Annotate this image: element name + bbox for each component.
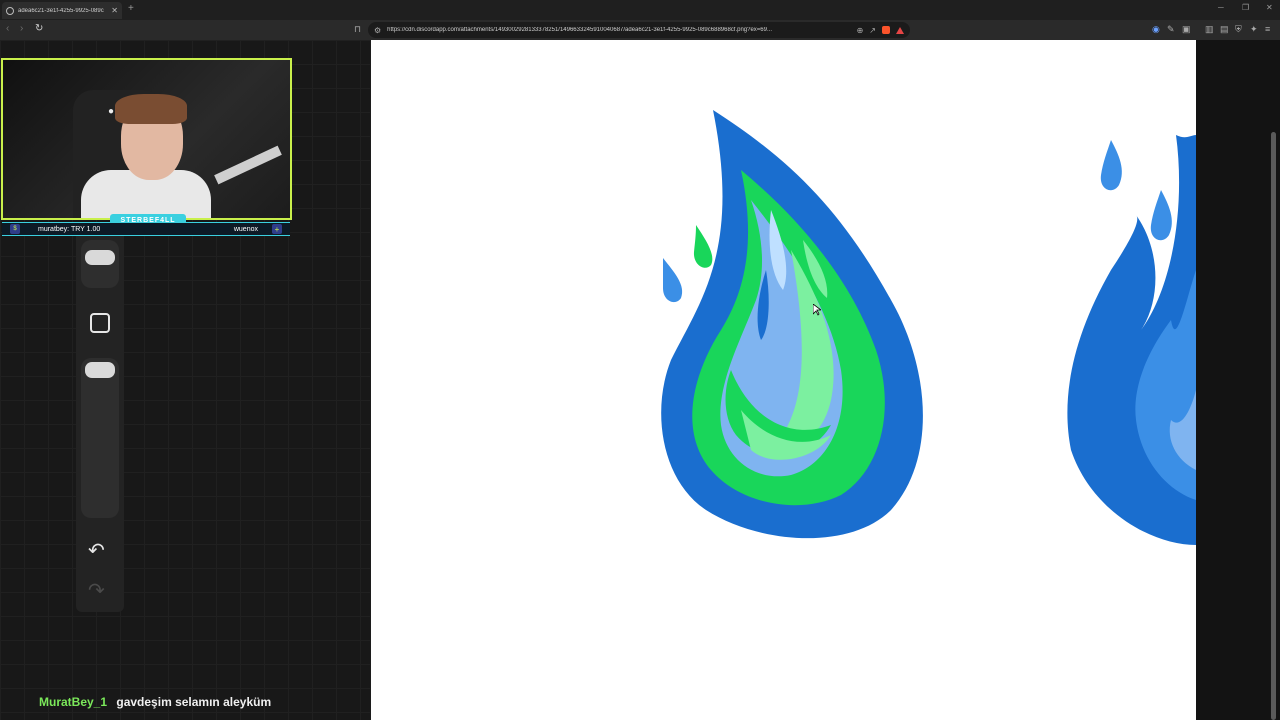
menu-icon[interactable]: ≡	[1265, 24, 1270, 34]
vpn-icon[interactable]: ⛨	[1235, 24, 1242, 35]
tab-title: adea6c21-3e1f-4255-9925-089c	[18, 7, 104, 14]
browser-tab[interactable]: adea6c21-3e1f-4255-9925-089c ✕	[2, 2, 122, 19]
zoom-icon[interactable]: ⊕	[857, 26, 864, 35]
chat-text: gavdeşim selamın aleyküm	[116, 695, 272, 709]
brave-shields-icon[interactable]	[882, 26, 890, 34]
back-button[interactable]: ‹	[6, 23, 9, 34]
leo-icon[interactable]: ✦	[1250, 24, 1258, 35]
rewards-icon[interactable]	[896, 26, 904, 34]
sidebar-icon[interactable]: ▥	[1205, 24, 1214, 35]
bookmark-icon[interactable]: ⊓	[354, 24, 361, 35]
tab-manager-icon[interactable]: ▤	[1220, 24, 1229, 35]
opacity-handle[interactable]	[85, 362, 115, 378]
brush-size-handle[interactable]	[85, 250, 115, 265]
chat-message: MuratBey_1 gavdeşim selamın aleyküm	[39, 695, 271, 709]
mouse-cursor-icon	[813, 304, 821, 316]
extensions-icon[interactable]: ✎	[1167, 24, 1175, 35]
close-icon[interactable]: ✕	[111, 6, 118, 15]
streamer-hair	[115, 94, 187, 124]
address-bar[interactable]: ⚙ https://cdn.discordapp.com/attachments…	[368, 22, 910, 38]
webcam-feed: ●	[1, 58, 292, 220]
wallet-icon[interactable]: ◉	[1152, 24, 1160, 35]
donor-username: wuenox	[233, 225, 258, 233]
flame-artwork	[661, 110, 1196, 545]
plus-icon: +	[272, 224, 282, 234]
scrollbar[interactable]	[1271, 132, 1276, 720]
secondary-flame	[1067, 135, 1196, 545]
tab-bar	[0, 0, 1280, 20]
mic-arm	[214, 145, 282, 185]
chair-logo-icon: ●	[108, 106, 115, 117]
restore-icon[interactable]: ❐	[1242, 3, 1249, 12]
minimize-icon[interactable]: ─	[1218, 3, 1224, 12]
downloads-icon[interactable]: ▣	[1182, 24, 1191, 35]
donation-text: muratbey: TRY 1.00	[38, 225, 101, 233]
site-settings-icon[interactable]: ⚙	[374, 26, 381, 35]
redo-icon[interactable]: ↷	[88, 578, 105, 603]
globe-icon	[6, 6, 14, 15]
undo-icon[interactable]: ↶	[88, 538, 105, 563]
color-swatch-icon[interactable]	[90, 313, 110, 333]
main-flame	[661, 110, 923, 539]
close-window-icon[interactable]: ✕	[1266, 3, 1273, 12]
chat-username: MuratBey_1	[39, 695, 108, 709]
donation-bar: $ muratbey: TRY 1.00 wuenox +	[2, 222, 290, 236]
viewer-margin	[1196, 40, 1280, 720]
opacity-slider[interactable]	[81, 358, 119, 518]
share-icon[interactable]: ↗	[869, 26, 876, 35]
new-tab-button[interactable]: +	[128, 3, 134, 14]
plus-icon: +	[128, 3, 134, 14]
reload-button[interactable]: ↻	[35, 23, 43, 34]
dollar-icon: $	[10, 224, 20, 234]
forward-button[interactable]: ›	[20, 23, 23, 34]
url-text: https://cdn.discordapp.com/attachments/1…	[387, 27, 772, 33]
image-viewer	[371, 40, 1196, 720]
